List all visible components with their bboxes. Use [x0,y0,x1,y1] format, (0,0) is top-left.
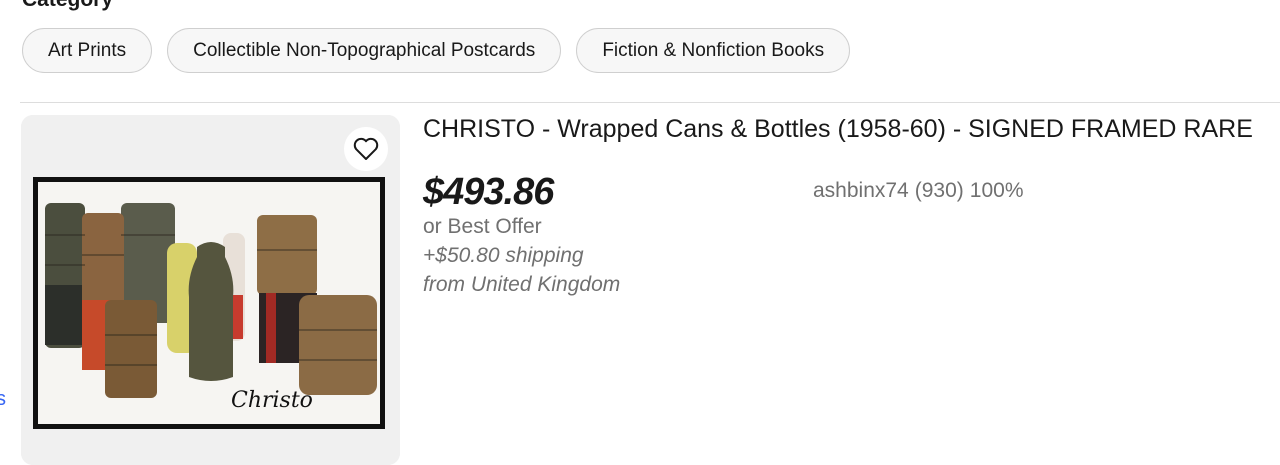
left-edge-link-fragment[interactable]: s [0,388,6,411]
artwork-illustration: Christo [21,115,400,465]
listing-price: $493.86 [423,171,554,213]
listing-title[interactable]: CHRISTO - Wrapped Cans & Bottles (1958-6… [423,112,1253,146]
category-pill-postcards[interactable]: Collectible Non-Topographical Postcards [167,28,562,73]
category-heading: Category [22,0,113,12]
category-pills: Art Prints Collectible Non-Topographical… [22,28,851,73]
seller-info: ashbinx74 (930) 100% [813,177,1024,205]
seller-name: ashbinx74 [813,179,909,202]
item-location: from United Kingdom [423,273,621,296]
category-pill-art-prints[interactable]: Art Prints [22,28,153,73]
watch-button[interactable] [344,127,388,171]
artwork-signature: Christo [231,388,313,413]
best-offer-label: or Best Offer [423,215,542,238]
seller-feedback-percent: 100% [969,179,1024,202]
divider [20,102,1280,103]
seller-feedback-count: (930) [914,179,964,202]
heart-icon [353,137,379,160]
listing-image[interactable]: Christo [21,115,400,465]
category-pill-books[interactable]: Fiction & Nonfiction Books [576,28,851,73]
shipping-cost: +$50.80 shipping [423,244,584,267]
